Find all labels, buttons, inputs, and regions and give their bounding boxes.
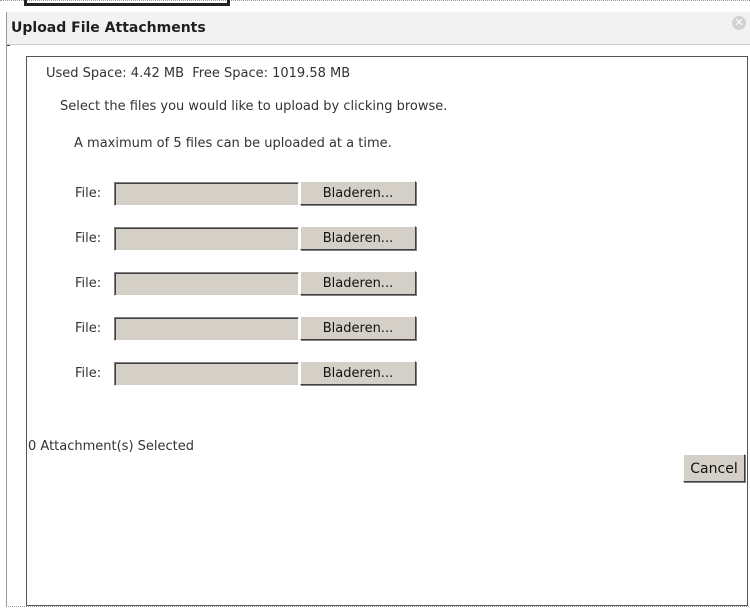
file-label: File: xyxy=(75,276,102,291)
browse-button[interactable]: Bladeren... xyxy=(300,271,416,295)
file-row: File: Bladeren... xyxy=(27,315,747,343)
file-path-input[interactable] xyxy=(114,182,299,206)
upload-panel: Used Space: 4.42 MB Free Space: 1019.58 … xyxy=(26,56,748,606)
file-row: File: Bladeren... xyxy=(27,270,747,298)
file-row: File: Bladeren... xyxy=(27,360,747,388)
instruction-browse: Select the files you would like to uploa… xyxy=(60,99,448,114)
background-element xyxy=(24,0,230,6)
file-path-input[interactable] xyxy=(114,272,299,296)
file-row: File: Bladeren... xyxy=(27,225,747,253)
file-label: File: xyxy=(75,366,102,381)
attachments-selected-status: 0 Attachment(s) Selected xyxy=(28,439,195,454)
dialog-titlebar: Upload File Attachments ✕ xyxy=(7,12,750,45)
cancel-button[interactable]: Cancel xyxy=(683,454,745,482)
storage-quota: Used Space: 4.42 MB Free Space: 1019.58 … xyxy=(46,66,351,81)
upload-dialog: Upload File Attachments ✕ Used Space: 4.… xyxy=(6,12,750,607)
dialog-title: Upload File Attachments xyxy=(11,20,206,36)
file-path-input[interactable] xyxy=(114,317,299,341)
browse-button[interactable]: Bladeren... xyxy=(300,361,416,385)
browse-button[interactable]: Bladeren... xyxy=(300,316,416,340)
file-path-input[interactable] xyxy=(114,362,299,386)
close-icon[interactable]: ✕ xyxy=(732,16,746,30)
file-label: File: xyxy=(75,321,102,336)
file-label: File: xyxy=(75,186,102,201)
file-path-input[interactable] xyxy=(114,227,299,251)
browse-button[interactable]: Bladeren... xyxy=(300,226,416,250)
file-label: File: xyxy=(75,231,102,246)
browse-button[interactable]: Bladeren... xyxy=(300,181,416,205)
file-row: File: Bladeren... xyxy=(27,180,747,208)
instruction-max-files: A maximum of 5 files can be uploaded at … xyxy=(74,136,392,151)
